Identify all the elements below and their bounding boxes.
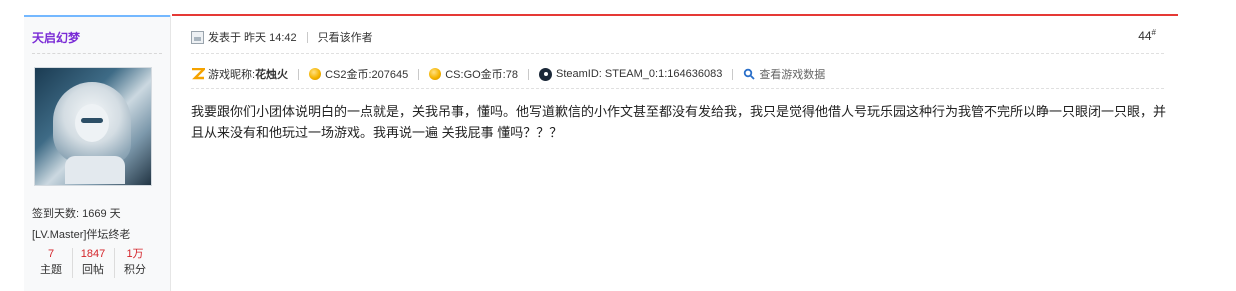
game-nick: 花烛火 xyxy=(255,69,289,81)
profile-top-border xyxy=(24,15,170,17)
count-replies[interactable]: 1847 回帖 xyxy=(74,246,112,278)
meta-divider xyxy=(306,31,308,43)
game-nick-label: 游戏昵称: xyxy=(208,69,256,81)
count-replies-label: 回帖 xyxy=(82,264,104,276)
post-top-border xyxy=(172,14,1178,16)
floor-number[interactable]: 44# xyxy=(1138,28,1156,43)
info-divider xyxy=(527,68,529,80)
meta-divider-line xyxy=(191,53,1164,54)
post-icon xyxy=(191,30,204,44)
count-threads-value: 7 xyxy=(47,248,55,260)
user-counts: 7 主题 1847 回帖 1万 积分 xyxy=(32,246,152,282)
view-game-data-link[interactable]: 查看游戏数据 xyxy=(759,66,825,82)
count-threads-label: 主题 xyxy=(40,264,62,276)
username-link[interactable]: 天启幻梦 xyxy=(32,29,80,46)
coin-icon xyxy=(429,68,442,80)
avatar-body xyxy=(65,156,125,184)
count-threads[interactable]: 7 主题 xyxy=(32,246,70,278)
steam-icon xyxy=(538,67,552,81)
game-info-bar: 游戏昵称: 花烛火 CS2金币:207645 CS:GO金币:78 SteamI… xyxy=(191,66,825,82)
count-divider xyxy=(72,248,73,278)
info-divider-line xyxy=(191,88,1164,89)
count-points-label: 积分 xyxy=(124,264,146,276)
count-points[interactable]: 1万 积分 xyxy=(116,246,154,278)
user-level: [LV.Master]伴坛终老 xyxy=(32,229,131,241)
post-meta: 发表于 昨天 14:42 只看该作者 xyxy=(191,29,373,45)
search-icon xyxy=(743,68,755,80)
count-replies-value: 1847 xyxy=(80,248,106,260)
floor-mark: # xyxy=(1151,28,1156,37)
post-time: 发表于 昨天 14:42 xyxy=(208,32,297,44)
count-points-value: 1万 xyxy=(126,248,144,260)
post-content: 我要跟你们小团体说明白的一点就是，关我吊事，懂吗。他写道歉信的小作文甚至都没有发… xyxy=(191,104,1167,140)
profile-divider xyxy=(32,53,162,54)
checkin-days: 签到天数: 1669 天 xyxy=(32,208,121,220)
cs2-coins: CS2金币:207645 xyxy=(325,69,409,81)
steam-id: SteamID: STEAM_0:1:164636083 xyxy=(555,68,723,80)
avatar[interactable] xyxy=(34,67,152,186)
info-divider xyxy=(298,68,300,80)
avatar-blindfold xyxy=(81,118,103,123)
user-profile-panel: 天启幻梦 签到天数: 1669 天 [LV.Master]伴坛终老 7 主题 1… xyxy=(24,15,171,291)
info-divider xyxy=(732,68,734,80)
forum-post: 天启幻梦 签到天数: 1669 天 [LV.Master]伴坛终老 7 主题 1… xyxy=(0,0,1236,291)
only-author-link[interactable]: 只看该作者 xyxy=(318,29,373,45)
z-game-icon xyxy=(191,67,207,80)
count-divider xyxy=(114,248,115,278)
info-divider xyxy=(418,68,420,80)
csgo-coins: CS:GO金币:78 xyxy=(445,69,518,81)
avatar-face xyxy=(75,104,109,142)
coin-icon xyxy=(309,68,322,80)
floor-value: 44 xyxy=(1138,29,1152,43)
